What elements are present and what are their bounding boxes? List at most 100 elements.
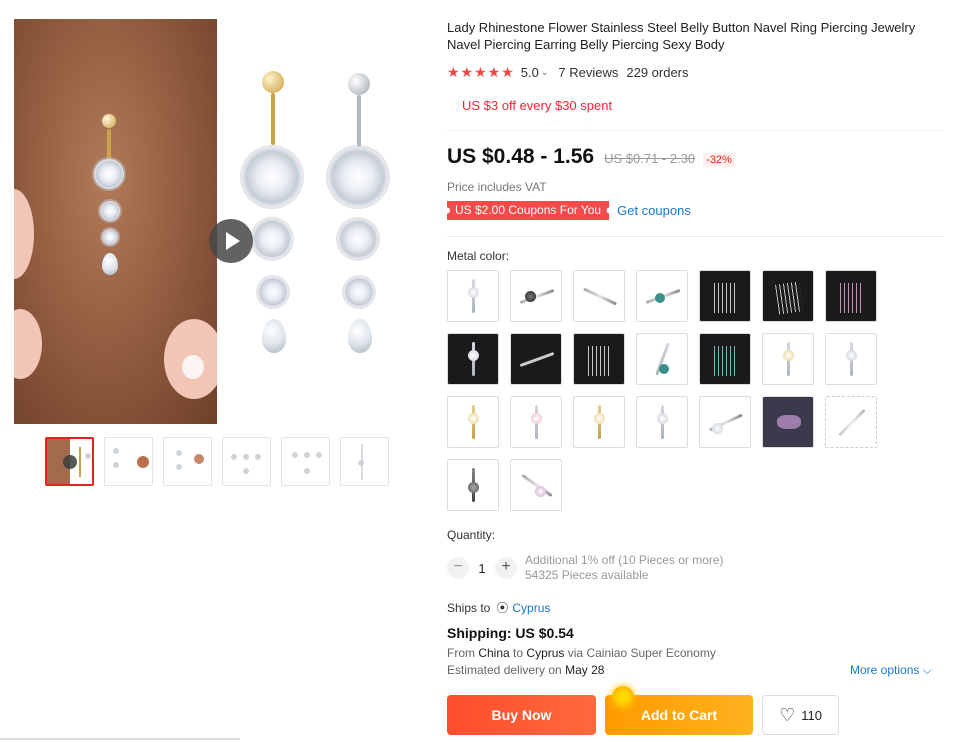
color-swatch[interactable] xyxy=(825,270,877,322)
thumbnail-dot xyxy=(316,452,322,458)
color-swatch[interactable] xyxy=(573,396,625,448)
swatch-fringe xyxy=(714,346,738,376)
color-swatch[interactable] xyxy=(699,333,751,385)
jewel-flower xyxy=(242,147,302,207)
chevron-down-icon[interactable]: ⌄ xyxy=(541,67,549,78)
jewel-flower xyxy=(94,159,124,189)
color-swatch[interactable] xyxy=(636,396,688,448)
shipping-to-word: to xyxy=(513,646,524,660)
divider xyxy=(447,236,943,237)
color-swatch[interactable] xyxy=(699,396,751,448)
stock-available: 54325 Pieces available xyxy=(525,568,649,582)
swatch-flower xyxy=(468,287,479,298)
swatch-barbell xyxy=(583,287,617,306)
quantity-decrease-button[interactable]: − xyxy=(447,557,469,579)
more-shipping-options-link[interactable]: More options ⌵ xyxy=(850,663,932,678)
jewel-flower xyxy=(102,229,118,245)
thumbnail[interactable] xyxy=(281,437,330,486)
swatch-gem xyxy=(525,291,536,302)
swatch-flower xyxy=(846,350,857,361)
thumbnail-dot xyxy=(137,456,149,468)
get-coupons-link[interactable]: Get coupons xyxy=(617,203,691,218)
shipping-from-country: China xyxy=(478,646,510,660)
swatch-barbell xyxy=(838,408,866,437)
color-swatch[interactable] xyxy=(510,459,562,511)
thumbnail-dot xyxy=(176,464,182,470)
coupon-tag[interactable]: US $2.00 Coupons For You xyxy=(447,201,610,220)
color-swatch[interactable] xyxy=(825,396,877,448)
color-swatch[interactable] xyxy=(447,333,499,385)
color-swatch[interactable] xyxy=(699,270,751,322)
thumbnail[interactable] xyxy=(163,437,212,486)
price-row: US $0.48 - 1.56 US $0.71 - 2.30 -32% xyxy=(447,145,735,169)
ships-to-country-link[interactable]: Cyprus xyxy=(512,601,550,615)
star-rating-icon: ★★★★★ xyxy=(447,64,515,80)
color-swatch[interactable] xyxy=(636,333,688,385)
original-price: US $0.71 - 2.30 xyxy=(604,151,696,166)
estimated-delivery: Estimated delivery on May 28 xyxy=(447,663,604,677)
jewel-flower xyxy=(344,277,374,307)
rating-score[interactable]: 5.0 xyxy=(521,65,539,80)
color-swatch[interactable] xyxy=(573,333,625,385)
swatch-flower xyxy=(594,413,605,424)
swatch-flower xyxy=(468,482,479,493)
thumbnail-dot xyxy=(292,452,298,458)
thumbnail[interactable] xyxy=(340,437,389,486)
metal-color-swatches xyxy=(447,270,887,511)
color-swatch[interactable] xyxy=(762,270,814,322)
jewel-drop xyxy=(102,253,118,275)
jewel-drop xyxy=(262,319,286,353)
thumbnail[interactable] xyxy=(222,437,271,486)
color-swatch[interactable] xyxy=(510,270,562,322)
shipping-to-country: Cyprus xyxy=(526,646,565,660)
color-swatch[interactable] xyxy=(447,270,499,322)
swatch-fringe xyxy=(588,346,612,376)
jewel-ball xyxy=(262,71,284,93)
buy-now-button[interactable]: Buy Now xyxy=(447,695,596,735)
color-swatch[interactable] xyxy=(510,333,562,385)
color-swatch[interactable] xyxy=(447,396,499,448)
shipping-method: via Cainiao Super Economy xyxy=(567,646,716,660)
jewel-drop xyxy=(348,319,372,353)
reviews-link[interactable]: 7 Reviews xyxy=(558,65,618,80)
wishlist-count: 110 xyxy=(801,707,822,723)
vat-note: Price includes VAT xyxy=(447,180,547,194)
thumbnail-dot xyxy=(231,454,237,460)
color-swatch[interactable] xyxy=(636,270,688,322)
thumbnail[interactable] xyxy=(104,437,153,486)
thumbnail-dot xyxy=(255,454,261,460)
swatch-fringe xyxy=(840,283,864,313)
color-swatch[interactable] xyxy=(762,333,814,385)
swatch-flower xyxy=(468,350,479,361)
wishlist-button[interactable]: ♡ 110 xyxy=(762,695,839,735)
ships-to-label: Ships to xyxy=(447,600,491,615)
color-swatch[interactable] xyxy=(762,396,814,448)
swatch-flower xyxy=(657,413,668,424)
color-swatch[interactable] xyxy=(825,333,877,385)
swatch-fringe xyxy=(775,281,803,315)
thumbnail-dot xyxy=(113,448,119,454)
color-swatch[interactable] xyxy=(510,396,562,448)
swatch-flower xyxy=(783,350,794,361)
jewel-ball xyxy=(102,114,116,128)
rating-row: ★★★★★ 5.0 ⌄ 7 Reviews 229 orders xyxy=(447,64,689,81)
swatch-fringe xyxy=(714,283,738,313)
swatch-flower xyxy=(531,413,542,424)
jewel-bar xyxy=(357,95,361,147)
quantity-input[interactable]: 1 xyxy=(469,561,495,576)
thumbnail[interactable] xyxy=(45,437,94,486)
color-swatch[interactable] xyxy=(447,459,499,511)
video-play-button[interactable] xyxy=(209,219,253,263)
color-swatch[interactable] xyxy=(573,270,625,322)
store-promo[interactable]: US $3 off every $30 spent xyxy=(462,98,612,113)
jewel-bar xyxy=(107,129,111,159)
swatch-flower xyxy=(712,423,723,434)
main-product-image[interactable] xyxy=(14,19,434,424)
thumbnail-dot xyxy=(113,462,119,468)
location-pin-icon: ⦿ xyxy=(496,601,509,615)
swatch-barbell xyxy=(519,351,555,368)
image-nail xyxy=(182,355,204,379)
bulk-discount-note: Additional 1% off (10 Pieces or more) xyxy=(525,553,724,567)
quantity-increase-button[interactable]: + xyxy=(495,557,517,579)
thumbnail-dot xyxy=(243,454,249,460)
